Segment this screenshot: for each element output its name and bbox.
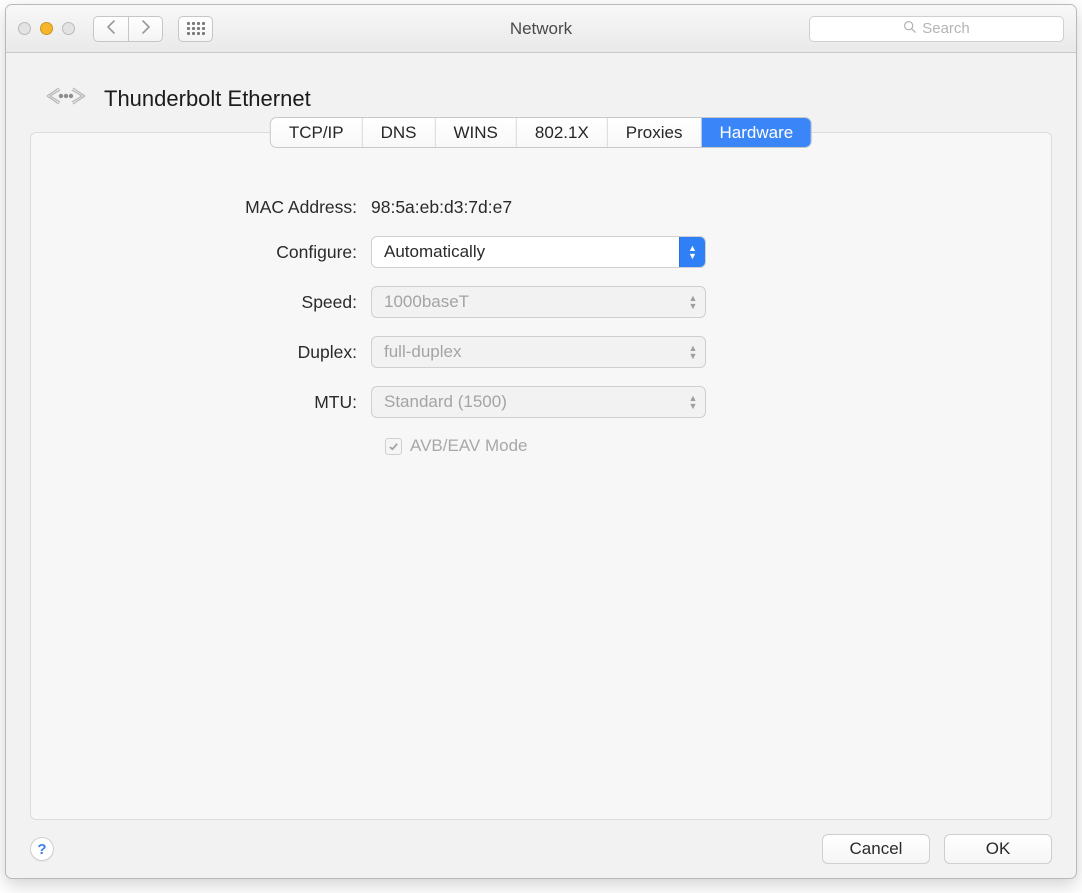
- apps-grid-icon: [187, 22, 205, 35]
- mtu-row: MTU: Standard (1500) ▲▼: [71, 386, 1011, 418]
- toolbar-nav-group: [93, 16, 213, 42]
- tab-wins[interactable]: WINS: [436, 118, 517, 147]
- mtu-select: Standard (1500) ▲▼: [371, 386, 706, 418]
- tab-hardware[interactable]: Hardware: [701, 118, 811, 147]
- chevron-right-icon: [140, 20, 151, 38]
- avb-row: AVB/EAV Mode: [385, 436, 1011, 456]
- search-icon: [903, 20, 916, 37]
- ok-button[interactable]: OK: [944, 834, 1052, 864]
- zoom-window-button[interactable]: [62, 22, 75, 35]
- thunderbolt-ethernet-icon: [44, 79, 88, 118]
- cancel-button[interactable]: Cancel: [822, 834, 930, 864]
- mtu-label: MTU:: [71, 392, 371, 413]
- tab-dns[interactable]: DNS: [363, 118, 436, 147]
- duplex-row: Duplex: full-duplex ▲▼: [71, 336, 1011, 368]
- updown-icon: ▲▼: [679, 237, 705, 267]
- updown-icon: ▲▼: [681, 337, 705, 367]
- configure-label: Configure:: [71, 242, 371, 263]
- network-preferences-window: Network Search: [5, 4, 1077, 879]
- forward-button[interactable]: [128, 16, 163, 42]
- interface-name: Thunderbolt Ethernet: [104, 86, 311, 112]
- updown-icon: ▲▼: [681, 387, 705, 417]
- show-all-button[interactable]: [178, 16, 213, 42]
- mac-address-value: 98:5a:eb:d3:7d:e7: [371, 197, 512, 218]
- tab-8021x[interactable]: 802.1X: [517, 118, 608, 147]
- duplex-value: full-duplex: [384, 342, 462, 362]
- checkmark-icon: [388, 441, 399, 452]
- duplex-select: full-duplex ▲▼: [371, 336, 706, 368]
- body: Thunderbolt Ethernet TCP/IP DNS WINS 802…: [6, 53, 1076, 878]
- chevron-left-icon: [106, 20, 117, 38]
- hardware-form: MAC Address: 98:5a:eb:d3:7d:e7 Configure…: [71, 197, 1011, 456]
- speed-label: Speed:: [71, 292, 371, 313]
- close-window-button[interactable]: [18, 22, 31, 35]
- mac-address-row: MAC Address: 98:5a:eb:d3:7d:e7: [71, 197, 1011, 218]
- tab-tcpip[interactable]: TCP/IP: [271, 118, 363, 147]
- help-button[interactable]: ?: [30, 837, 54, 861]
- footer: ? Cancel OK: [30, 834, 1052, 864]
- updown-icon: ▲▼: [681, 287, 705, 317]
- search-placeholder: Search: [922, 20, 970, 37]
- search-input[interactable]: Search: [809, 16, 1064, 42]
- speed-value: 1000baseT: [384, 292, 469, 312]
- titlebar: Network Search: [6, 5, 1076, 53]
- content-well: TCP/IP DNS WINS 802.1X Proxies Hardware …: [30, 132, 1052, 820]
- avb-label: AVB/EAV Mode: [410, 436, 527, 456]
- back-button[interactable]: [93, 16, 128, 42]
- speed-row: Speed: 1000baseT ▲▼: [71, 286, 1011, 318]
- minimize-window-button[interactable]: [40, 22, 53, 35]
- duplex-label: Duplex:: [71, 342, 371, 363]
- window-controls: [18, 22, 75, 35]
- avb-checkbox: [385, 438, 402, 455]
- tab-proxies[interactable]: Proxies: [608, 118, 702, 147]
- speed-select: 1000baseT ▲▼: [371, 286, 706, 318]
- configure-row: Configure: Automatically ▲▼: [71, 236, 1011, 268]
- configure-select[interactable]: Automatically ▲▼: [371, 236, 706, 268]
- mtu-value: Standard (1500): [384, 392, 507, 412]
- configure-value: Automatically: [384, 242, 485, 262]
- tabs: TCP/IP DNS WINS 802.1X Proxies Hardware: [271, 118, 811, 147]
- mac-address-label: MAC Address:: [71, 197, 371, 218]
